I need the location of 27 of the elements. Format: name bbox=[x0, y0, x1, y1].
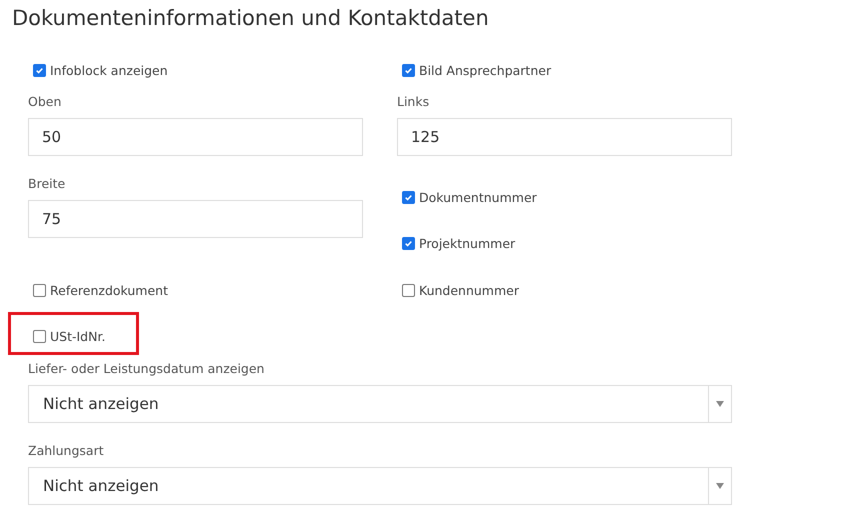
input-field[interactable]: 75 bbox=[28, 200, 363, 238]
input-field[interactable]: 125 bbox=[397, 118, 732, 156]
checkbox-label: Bild Ansprechpartner bbox=[419, 62, 552, 78]
field-label: Breite bbox=[28, 175, 66, 193]
field-label: Oben bbox=[28, 93, 62, 111]
field-label: Links bbox=[397, 93, 430, 111]
checkbox[interactable] bbox=[402, 236, 415, 250]
field-label: Zahlungsart bbox=[28, 442, 105, 460]
checkbox[interactable] bbox=[33, 330, 46, 342]
checkbox[interactable] bbox=[33, 64, 46, 76]
field-label: Liefer- oder Leistungsdatum anzeigen bbox=[28, 360, 266, 378]
section-title: Dokumenteninformationen und Kontaktdaten bbox=[12, 5, 490, 32]
caret-icon bbox=[716, 401, 724, 407]
checkbox-label: Infoblock anzeigen bbox=[50, 62, 168, 78]
caret-icon bbox=[716, 483, 724, 489]
checkbox[interactable] bbox=[33, 284, 46, 296]
checkbox-label: USt-IdNr. bbox=[50, 328, 106, 344]
checkbox-label: Projektnummer bbox=[419, 236, 516, 250]
checkbox[interactable] bbox=[402, 190, 415, 204]
checkbox-label: Dokumentnummer bbox=[419, 190, 537, 204]
checkbox[interactable] bbox=[402, 64, 415, 76]
input-field[interactable]: 50 bbox=[28, 118, 363, 156]
dropdown[interactable]: Nicht anzeigen bbox=[28, 467, 732, 505]
checkbox[interactable] bbox=[402, 284, 415, 296]
checkbox-label: Kundennummer bbox=[419, 282, 519, 298]
checkbox-label: Referenzdokument bbox=[50, 282, 168, 298]
dropdown[interactable]: Nicht anzeigen bbox=[28, 385, 732, 423]
